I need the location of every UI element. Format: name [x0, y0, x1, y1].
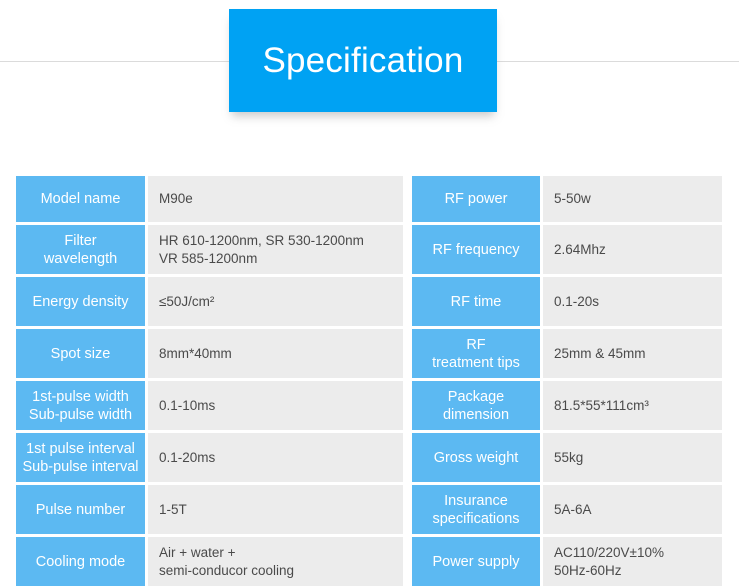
table-row: Pulse number 1-5T [16, 485, 403, 534]
table-row: Package dimension 81.5*55*111cm³ [412, 381, 722, 430]
specification-title-banner: Specification [229, 9, 497, 112]
page-title: Specification [262, 41, 464, 80]
spec-label-line: Sub-pulse interval [22, 458, 139, 475]
spec-label-cell: Model name [16, 176, 145, 222]
spec-label-cell: Cooling mode [16, 537, 145, 586]
spec-value-cell: 0.1-10ms [148, 381, 403, 430]
spec-label-line: Package [447, 388, 505, 405]
spec-label-line: treatment tips [432, 354, 520, 371]
spec-label-cell: Energy density [16, 277, 145, 326]
spec-label-cell: Spot size [16, 329, 145, 378]
spec-label-line: Energy density [32, 293, 129, 310]
spec-label-line: Cooling mode [35, 553, 126, 570]
table-row: RF power 5-50w [412, 176, 722, 222]
spec-value-line: 8mm*40mm [159, 345, 232, 361]
spec-value-cell: 5A-6A [543, 485, 722, 534]
spec-value-cell: 81.5*55*111cm³ [543, 381, 722, 430]
spec-label-cell: RF time [412, 277, 540, 326]
spec-label-cell: 1st pulse interval Sub-pulse interval [16, 433, 145, 482]
spec-label-line: Model name [40, 191, 121, 207]
table-row: Power supply AC110/220V±10% 50Hz-60Hz [412, 537, 722, 586]
table-row: RF treatment tips 25mm & 45mm [412, 329, 722, 378]
table-row: 1st-pulse width Sub-pulse width 0.1-10ms [16, 381, 403, 430]
spec-value-cell: 5-50w [543, 176, 722, 222]
spec-label-line: Sub-pulse width [28, 406, 133, 423]
spec-value-line: 0.1-10ms [159, 397, 216, 413]
spec-value-line: 25mm & 45mm [554, 345, 646, 361]
spec-value-line: ≤50J/cm² [159, 293, 215, 309]
spec-label-cell: RF frequency [412, 225, 540, 274]
table-row: Cooling mode Air + water + semi-conducor c… [16, 537, 403, 586]
spec-value-cell: 25mm & 45mm [543, 329, 722, 378]
spec-label-cell: 1st-pulse width Sub-pulse width [16, 381, 145, 430]
spec-value-line: 0.1-20s [554, 293, 600, 309]
header-zone: Specification [0, 0, 739, 160]
spec-value-cell: M90e [148, 176, 403, 222]
spec-label-cell: Filter wavelength [16, 225, 145, 274]
spec-value-line: Air + water + [159, 544, 236, 560]
spec-label-cell: Insurance specifications [412, 485, 540, 534]
spec-label-line: RF time [450, 293, 502, 310]
spec-value-line: 81.5*55*111cm³ [554, 397, 649, 413]
spec-label-line: wavelength [43, 250, 118, 267]
spec-value-cell: Air + water + semi-conducor cooling [148, 537, 403, 586]
spec-label-cell: RF power [412, 176, 540, 222]
spec-value-line: VR 585-1200nm [159, 250, 258, 266]
spec-value-cell: 0.1-20s [543, 277, 722, 326]
spec-value-cell: 0.1-20ms [148, 433, 403, 482]
table-row: Filter wavelength HR 610-1200nm, SR 530-12… [16, 225, 403, 274]
spec-table-left: Model name M90e Filter wavelength HR 610-120… [16, 176, 403, 586]
spec-label-cell: RF treatment tips [412, 329, 540, 378]
spec-value-cell: HR 610-1200nm, SR 530-1200nm VR 585-1200n… [148, 225, 403, 274]
table-row: Spot size 8mm*40mm [16, 329, 403, 378]
spec-value-line: 5-50w [554, 191, 591, 206]
spec-label-line: specifications [432, 510, 520, 527]
table-row: Insurance specifications 5A-6A [412, 485, 722, 534]
spec-value-cell: 1-5T [148, 485, 403, 534]
spec-label-cell: Package dimension [412, 381, 540, 430]
spec-label-cell: Pulse number [16, 485, 145, 534]
table-row: RF frequency 2.64Mhz [412, 225, 722, 274]
spec-value-line: 0.1-20ms [159, 449, 216, 465]
spec-value-line: 50Hz-60Hz [554, 562, 622, 578]
spec-value-line: semi-conducor cooling [159, 562, 295, 578]
spec-value-cell: 8mm*40mm [148, 329, 403, 378]
spec-value-cell: AC110/220V±10% 50Hz-60Hz [543, 537, 722, 586]
spec-label-line: Gross weight [433, 449, 519, 466]
spec-label-line: Insurance [444, 492, 508, 509]
spec-label-line: Pulse number [35, 501, 126, 518]
table-row: Gross weight 55kg [412, 433, 722, 482]
spec-value-line: HR 610-1200nm, SR 530-1200nm [159, 232, 364, 248]
spec-label-line: Filter [64, 232, 97, 249]
table-row: Model name M90e [16, 176, 403, 222]
spec-value-line: 1-5T [159, 501, 187, 517]
spec-label-cell: Power supply [412, 537, 540, 586]
spec-label-line: Spot size [50, 345, 111, 362]
spec-value-cell: 55kg [543, 433, 722, 482]
spec-value-line: 55kg [554, 449, 584, 465]
specification-tables-area: Model name M90e Filter wavelength HR 610-120… [0, 176, 739, 586]
table-row: Energy density ≤50J/cm² [16, 277, 403, 326]
spec-value-line: 2.64Mhz [554, 241, 606, 257]
spec-label-line: 1st-pulse width [32, 388, 129, 405]
spec-label-line: RF frequency [432, 241, 520, 258]
spec-value-line: AC110/220V±10% [554, 544, 664, 560]
spec-label-line: Power supply [432, 553, 520, 570]
spec-value-cell: 2.64Mhz [543, 225, 722, 274]
table-row: RF time 0.1-20s [412, 277, 722, 326]
spec-label-line: RF [466, 336, 486, 353]
table-row: 1st pulse interval Sub-pulse interval 0.1-… [16, 433, 403, 482]
spec-table-right: RF power 5-50w RF frequency 2.64Mhz RF time 0… [412, 176, 722, 586]
spec-label-line: RF power [444, 191, 508, 207]
spec-value-line: M90e [159, 191, 193, 206]
spec-label-line: dimension [442, 406, 510, 423]
spec-value-line: 5A-6A [554, 501, 592, 517]
spec-label-cell: Gross weight [412, 433, 540, 482]
spec-label-line: 1st pulse interval [26, 440, 135, 457]
spec-value-cell: ≤50J/cm² [148, 277, 403, 326]
